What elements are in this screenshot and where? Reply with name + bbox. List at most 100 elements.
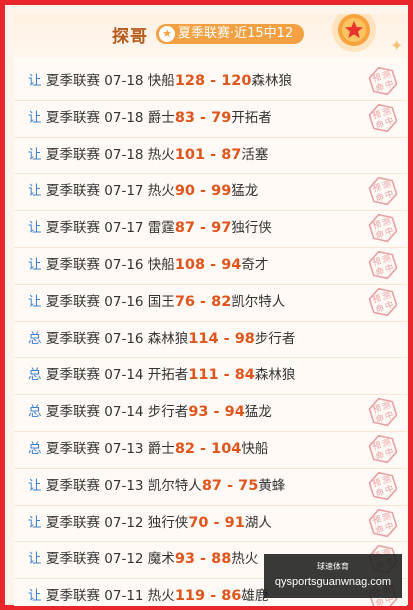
away-score: 75 (238, 477, 259, 494)
away-score: 79 (211, 109, 232, 126)
home-score: 90 (174, 183, 195, 200)
suffix: 步行者 (254, 330, 296, 347)
prefix: 夏季联赛 07-16 森林狼 (46, 330, 189, 347)
prefix: 夏季联赛 07-12 独行侠 (46, 514, 189, 531)
prefix: 夏季联赛 07-17 雷霆 (46, 220, 175, 237)
sep: - (222, 477, 239, 494)
suffix: 猛龙 (231, 183, 259, 200)
away-score: 94 (224, 404, 245, 421)
away-score: 104 (211, 440, 242, 457)
watermark-title: 球速体育 (317, 562, 349, 571)
suffix: 独行侠 (231, 220, 272, 237)
home-score: 128 (174, 73, 206, 89)
bet-type-label: 让 (28, 109, 42, 126)
match-text: 夏季联赛 07-16 国王76 - 82凯尔特人 (46, 285, 285, 320)
home-score: 108 (174, 256, 206, 273)
match-row[interactable]: 让夏季联赛 07-18 爵士83 - 79开拓者 预测命中 (14, 101, 407, 138)
suffix: 活塞 (241, 146, 269, 163)
match-text: 夏季联赛 07-16 森林狼114 - 98步行者 (46, 322, 295, 357)
prefix: 夏季联赛 07-13 凯尔特人 (46, 477, 202, 494)
sep: - (205, 588, 222, 605)
match-row[interactable]: 让夏季联赛 07-12 独行侠70 - 91湖人 预测命中 (14, 506, 407, 543)
prefix: 夏季联赛 07-17 热火 (46, 183, 175, 200)
bet-type-label: 让 (28, 551, 42, 568)
match-row[interactable]: 总夏季联赛 07-16 森林狼114 - 98步行者 (14, 322, 407, 359)
match-text: 夏季联赛 07-18 热火101 - 87活塞 (46, 138, 268, 173)
bet-type-label: 总 (28, 404, 42, 421)
sparkle-icon: ✦ (390, 36, 404, 55)
prefix: 夏季联赛 07-18 快船 (46, 73, 175, 89)
match-text: 夏季联赛 07-13 凯尔特人87 - 75黄蜂 (46, 469, 285, 504)
match-row[interactable]: 让夏季联赛 07-18 快船128 - 120森林狼 预测命中 (14, 64, 407, 101)
match-text: 夏季联赛 07-14 开拓者111 - 84森林狼 (46, 358, 295, 393)
match-row[interactable]: 让夏季联赛 07-16 快船108 - 94奇才 预测命中 (14, 248, 407, 285)
prefix: 夏季联赛 07-16 国王 (46, 293, 175, 310)
match-row[interactable]: 总夏季联赛 07-14 开拓者111 - 84森林狼 (14, 358, 407, 396)
match-row[interactable]: 让夏季联赛 07-17 热火90 - 99猛龙 预测命中 (14, 174, 407, 212)
sep: - (208, 514, 225, 531)
home-score: 93 (188, 404, 209, 421)
prefix: 夏季联赛 07-11 热火 (46, 588, 175, 605)
suffix: 热火 (231, 551, 259, 568)
bet-type-label: 让 (28, 293, 42, 310)
match-row[interactable]: 让夏季联赛 07-17 雷霆87 - 97独行侠 预测命中 (14, 211, 407, 248)
sep: - (205, 146, 222, 163)
match-text: 夏季联赛 07-17 热火90 - 99猛龙 (46, 174, 258, 209)
sep: - (195, 293, 212, 310)
bet-type-label: 总 (28, 440, 42, 457)
match-list: 让夏季联赛 07-18 快船128 - 120森林狼预测命中让夏季联赛 07-1… (14, 64, 407, 606)
home-score: 87 (201, 477, 222, 494)
record-badge-label: 夏季联赛·近15中12 (178, 26, 294, 41)
home-score: 83 (174, 109, 195, 126)
star-icon: ★ (159, 26, 175, 42)
sep: - (218, 330, 235, 347)
bet-type-label: 让 (28, 514, 42, 531)
match-text: 夏季联赛 07-12 魔术93 - 88热火 (46, 542, 258, 577)
bet-type-label: 总 (28, 330, 42, 347)
away-score: 120 (221, 73, 252, 89)
suffix: 凯尔特人 (231, 293, 286, 310)
prefix: 夏季联赛 07-16 快船 (46, 256, 175, 273)
away-score: 82 (211, 293, 232, 310)
sep: - (195, 220, 212, 237)
suffix: 湖人 (244, 514, 272, 531)
sep: - (208, 404, 225, 421)
record-badge: ★ 夏季联赛·近15中12 (156, 24, 304, 44)
prediction-card: 探哥 ★ 夏季联赛·近15中12 ✦ 让夏季联赛 07-18 快船128 - 1… (14, 14, 407, 606)
match-row[interactable]: 总夏季联赛 07-14 步行者93 - 94猛龙 预测命中 (14, 395, 407, 432)
match-row[interactable]: 让夏季联赛 07-13 凯尔特人87 - 75黄蜂 预测命中 (14, 469, 407, 506)
hit-stamp-icon: 预测命中 (368, 508, 398, 537)
sep: - (195, 551, 212, 568)
match-row[interactable]: 让夏季联赛 07-16 国王76 - 82凯尔特人 预测命中 (14, 285, 407, 322)
match-text: 夏季联赛 07-12 独行侠70 - 91湖人 (46, 506, 272, 541)
bet-type-label: 让 (28, 588, 42, 605)
medal-icon (332, 14, 376, 52)
match-text: 夏季联赛 07-11 热火119 - 86雄鹿 (46, 579, 268, 606)
bet-type-label: 让 (28, 477, 42, 494)
watermark: 球速体育 qysportsguanwnag.com (264, 554, 402, 598)
match-text: 夏季联赛 07-14 步行者93 - 94猛龙 (46, 395, 272, 430)
match-row[interactable]: 总夏季联赛 07-13 爵士82 - 104快船 预测命中 (14, 432, 407, 469)
hit-stamp-icon: 预测命中 (368, 250, 398, 280)
hit-stamp-icon: 预测命中 (368, 397, 398, 427)
hit-stamp-icon: 预测命中 (368, 66, 398, 96)
expert-name: 探哥 (112, 27, 148, 47)
watermark-url: qysportsguanwnag.com (274, 576, 392, 588)
home-score: 87 (174, 220, 195, 237)
sep: - (218, 367, 235, 384)
bet-type-label: 让 (28, 220, 42, 237)
prefix: 夏季联赛 07-14 开拓者 (46, 367, 189, 384)
bet-type-label: 让 (28, 256, 42, 273)
prefix: 夏季联赛 07-12 魔术 (46, 551, 175, 568)
sep: - (195, 109, 212, 126)
home-score: 70 (188, 514, 209, 531)
match-text: 夏季联赛 07-17 雷霆87 - 97独行侠 (46, 211, 272, 246)
prefix: 夏季联赛 07-18 爵士 (46, 109, 175, 126)
match-row[interactable]: 让夏季联赛 07-18 热火101 - 87活塞 (14, 138, 407, 175)
sep: - (195, 183, 212, 200)
away-score: 86 (221, 588, 242, 605)
sep: - (205, 256, 222, 273)
card-header: 探哥 ★ 夏季联赛·近15中12 ✦ (14, 14, 407, 58)
prefix: 夏季联赛 07-13 爵士 (46, 440, 175, 457)
suffix: 黄蜂 (258, 477, 286, 494)
